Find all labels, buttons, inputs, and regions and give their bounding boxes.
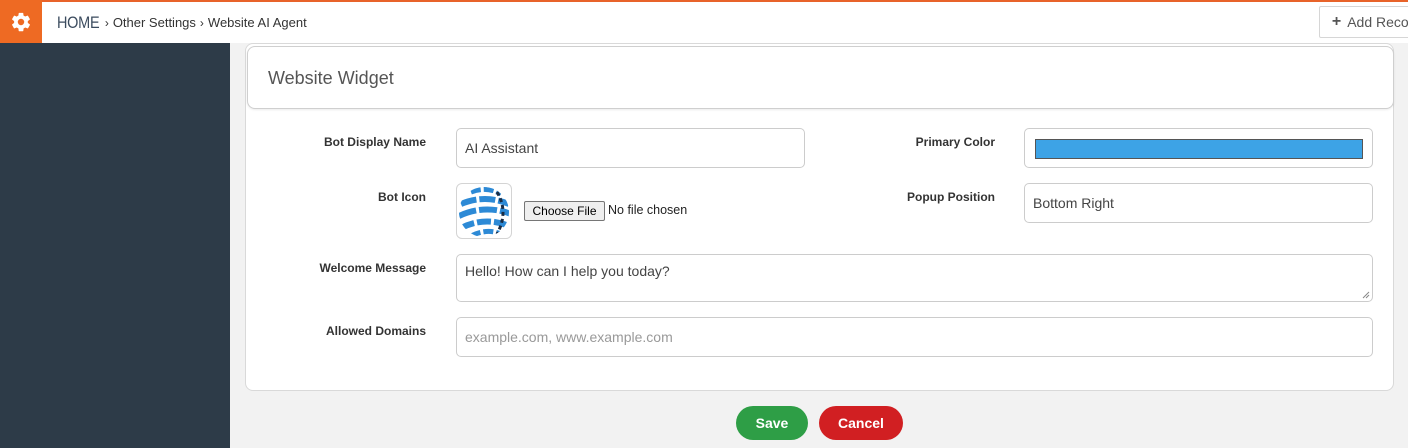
popup-position-select[interactable]: Bottom Right: [1024, 183, 1373, 223]
bot-icon-label: Bot Icon: [378, 190, 426, 204]
save-button[interactable]: Save: [736, 406, 808, 440]
choose-file-button[interactable]: Choose File: [524, 201, 605, 221]
primary-color-label: Primary Color: [915, 135, 995, 149]
top-header: HOME › Other Settings › Website AI Agent…: [42, 2, 1408, 43]
panel-header: Website Widget: [247, 46, 1394, 109]
sidebar: [0, 43, 230, 448]
cancel-button[interactable]: Cancel: [819, 406, 903, 440]
welcome-message-textarea[interactable]: Hello! How can I help you today?: [456, 254, 1373, 302]
breadcrumb-current: Website AI Agent: [207, 15, 307, 30]
allowed-domains-label: Allowed Domains: [325, 324, 426, 338]
breadcrumb-other-settings[interactable]: Other Settings: [113, 15, 196, 30]
website-widget-panel: Website Widget Bot Display Name AI Assis…: [245, 43, 1394, 391]
resize-grip-icon[interactable]: [1362, 291, 1370, 299]
settings-button[interactable]: [0, 0, 42, 43]
add-record-button[interactable]: + Add Record: [1319, 6, 1408, 38]
file-status-text: No file chosen: [608, 203, 688, 217]
globe-logo-icon: [456, 183, 512, 239]
gear-icon: [12, 12, 30, 31]
welcome-message-label: Welcome Message: [319, 261, 427, 275]
bot-display-name-label: Bot Display Name: [323, 135, 426, 149]
popup-position-label: Popup Position: [907, 190, 995, 204]
chevron-right-icon: ›: [199, 15, 204, 30]
bot-display-name-input[interactable]: AI Assistant: [456, 128, 805, 168]
add-record-label: Add Record: [1347, 14, 1408, 30]
panel-title: Website Widget: [268, 68, 394, 88]
popup-position-value: Bottom Right: [1033, 195, 1114, 211]
color-swatch: [1035, 139, 1363, 159]
primary-color-input[interactable]: [1024, 128, 1373, 168]
breadcrumb: HOME › Other Settings › Website AI Agent: [57, 2, 307, 43]
chevron-right-icon: ›: [104, 15, 109, 30]
main-content: Website Widget Bot Display Name AI Assis…: [230, 43, 1408, 448]
allowed-domains-input[interactable]: example.com, www.example.com: [456, 317, 1373, 357]
bot-display-name-value: AI Assistant: [465, 140, 539, 156]
allowed-domains-placeholder: example.com, www.example.com: [465, 329, 673, 345]
plus-icon: +: [1331, 13, 1342, 30]
welcome-message-value: Hello! How can I help you today?: [465, 263, 670, 279]
breadcrumb-home[interactable]: HOME: [57, 13, 100, 33]
